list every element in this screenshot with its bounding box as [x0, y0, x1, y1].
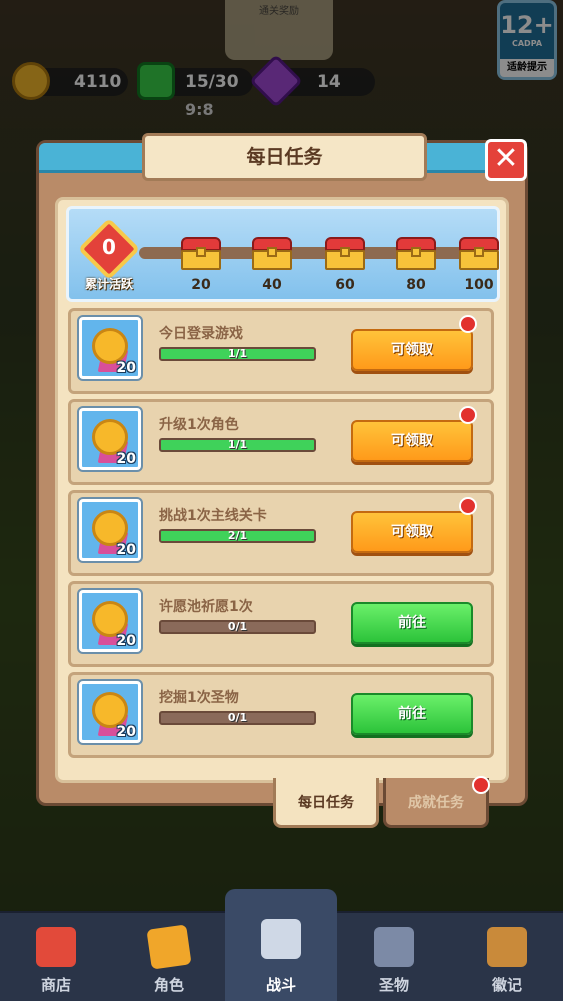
bottom-navigation: 商店 角色 战斗 圣物 徽记 — [0, 889, 563, 1001]
task-progress-text: 2/1 — [227, 529, 248, 542]
task-row: 20 今日登录游戏 1/1 可领取 — [68, 308, 494, 394]
chest-icon[interactable] — [459, 237, 499, 271]
milestone-value: 40 — [262, 277, 282, 293]
reward-medal-icon: 20 — [79, 499, 141, 561]
nav-relic[interactable]: 圣物 — [338, 913, 450, 1001]
task-progress-text: 1/1 — [227, 438, 248, 451]
claim-button[interactable]: 可领取 — [351, 511, 473, 553]
nav-battle-label: 战斗 — [265, 976, 296, 994]
reward-medal-icon: 20 — [79, 681, 141, 743]
dialog-title: 每日任务 — [142, 133, 427, 181]
claim-button[interactable]: 可领取 — [351, 329, 473, 371]
task-tabs: 每日任务 成就任务 — [273, 776, 493, 830]
task-row: 20 挖掘1次圣物 0/1 前往 — [68, 672, 494, 758]
reward-count: 20 — [116, 360, 136, 376]
milestone-value: 20 — [191, 277, 211, 293]
goto-button[interactable]: 前往 — [351, 693, 473, 735]
reward-count: 20 — [116, 724, 136, 740]
notification-dot — [472, 776, 490, 794]
goto-button[interactable]: 前往 — [351, 602, 473, 644]
daily-task-dialog: 每日任务 ✕ 0 累计活跃 20 40 60 80 100 20 今日登录游戏 … — [36, 133, 528, 806]
crossed-swords-icon — [261, 919, 301, 959]
reward-medal-icon: 20 — [79, 590, 141, 652]
notification-dot — [459, 406, 477, 424]
tab-achievement-tasks[interactable]: 成就任务 — [383, 776, 490, 828]
reward-count: 20 — [116, 542, 136, 558]
reward-medal-icon: 20 — [79, 317, 141, 379]
task-name: 许愿池祈愿1次 — [159, 599, 253, 615]
task-row: 20 升级1次角色 1/1 可领取 — [68, 399, 494, 485]
task-name: 挑战1次主线关卡 — [159, 508, 267, 524]
task-row: 20 挑战1次主线关卡 2/1 可领取 — [68, 490, 494, 576]
dialog-body: 0 累计活跃 20 40 60 80 100 20 今日登录游戏 1/1 可领取… — [55, 197, 509, 783]
nav-character-label: 角色 — [153, 976, 184, 994]
task-progress-bar: 1/1 — [159, 438, 316, 452]
chest-icon[interactable] — [252, 237, 292, 271]
claim-button[interactable]: 可领取 — [351, 420, 473, 462]
nav-shop-label: 商店 — [40, 976, 71, 994]
notification-dot — [459, 315, 477, 333]
nav-relic-label: 圣物 — [378, 976, 409, 994]
task-progress-bar: 0/1 — [159, 711, 316, 725]
task-progress-bar: 0/1 — [159, 620, 316, 634]
nav-shop[interactable]: 商店 — [0, 913, 112, 1001]
milestone-value: 60 — [335, 277, 355, 293]
nav-character[interactable]: 角色 — [113, 913, 225, 1001]
nav-badge[interactable]: 徽记 — [451, 913, 563, 1001]
reward-medal-icon: 20 — [79, 408, 141, 470]
close-button[interactable]: ✕ — [485, 139, 527, 181]
task-progress-text: 0/1 — [227, 711, 248, 724]
character-card-icon — [146, 924, 192, 970]
task-progress-text: 0/1 — [227, 620, 248, 633]
armor-icon — [374, 927, 414, 967]
activity-value: 0 — [102, 235, 116, 259]
task-row: 20 许愿池祈愿1次 0/1 前往 — [68, 581, 494, 667]
milestone-value: 80 — [406, 277, 426, 293]
reward-count: 20 — [116, 451, 136, 467]
task-list: 20 今日登录游戏 1/1 可领取 20 升级1次角色 1/1 可领取 20 挑… — [68, 308, 498, 763]
milestone-value: 100 — [464, 277, 494, 293]
task-progress-bar: 1/1 — [159, 347, 316, 361]
task-progress-bar: 2/1 — [159, 529, 316, 543]
chest-icon[interactable] — [181, 237, 221, 271]
chest-icon[interactable] — [396, 237, 436, 271]
task-name: 升级1次角色 — [159, 417, 239, 433]
tab-daily-tasks[interactable]: 每日任务 — [273, 778, 379, 828]
shop-icon — [36, 927, 76, 967]
nav-badge-label: 徽记 — [491, 976, 522, 994]
tab-achievement-label: 成就任务 — [408, 795, 464, 811]
reward-count: 20 — [116, 633, 136, 649]
nav-battle[interactable]: 战斗 — [225, 889, 337, 1001]
chest-icon[interactable] — [325, 237, 365, 271]
activity-badge: 0 累计活跃 — [73, 217, 145, 297]
task-progress-text: 1/1 — [227, 347, 248, 360]
activity-progress-box: 0 累计活跃 20 40 60 80 100 — [66, 206, 500, 302]
notification-dot — [459, 497, 477, 515]
task-name: 今日登录游戏 — [159, 326, 243, 342]
activity-label: 累计活跃 — [84, 277, 133, 291]
lock-icon — [487, 927, 527, 967]
task-name: 挖掘1次圣物 — [159, 690, 239, 706]
